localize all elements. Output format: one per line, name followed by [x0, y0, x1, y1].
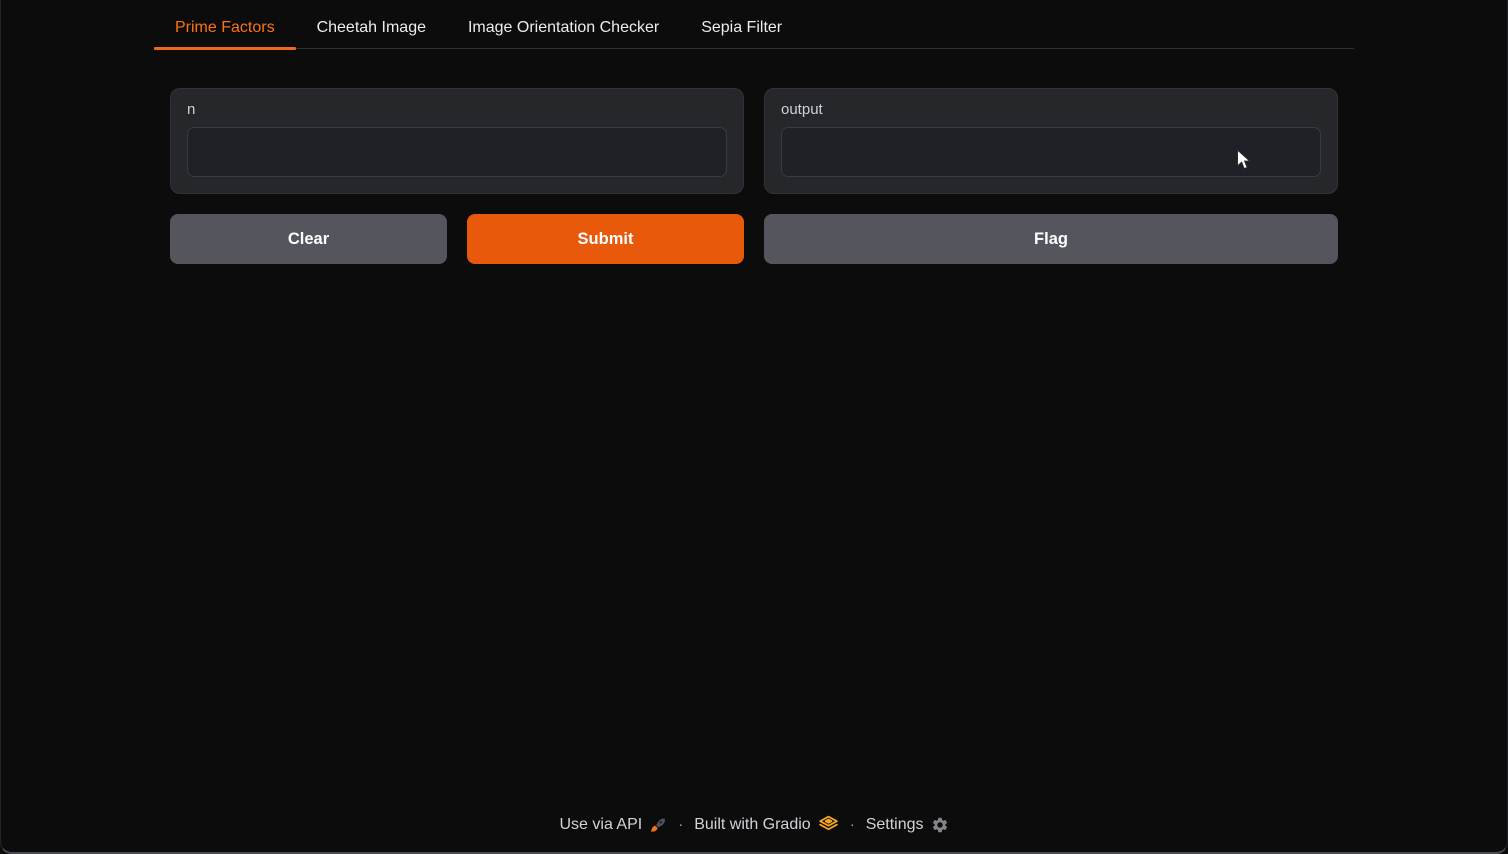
tab-prime-factors[interactable]: Prime Factors	[154, 8, 296, 48]
input-label: n	[187, 101, 727, 118]
output-label: output	[781, 101, 1321, 118]
gradio-app: Prime Factors Cheetah Image Image Orient…	[154, 0, 1354, 264]
built-with-gradio-label: Built with Gradio	[694, 816, 811, 834]
footer-separator: ·	[678, 816, 683, 833]
clear-button[interactable]: Clear	[170, 214, 447, 264]
footer-separator: ·	[850, 816, 855, 833]
settings-link[interactable]: Settings	[866, 816, 949, 834]
rocket-icon	[649, 816, 667, 834]
tab-image-orientation-checker[interactable]: Image Orientation Checker	[447, 8, 680, 48]
footer: Use via API · Built with Gradio · Settin…	[0, 814, 1508, 835]
output-panel: output	[764, 88, 1338, 194]
tab-cheetah-image[interactable]: Cheetah Image	[296, 8, 447, 48]
flag-button[interactable]: Flag	[764, 214, 1338, 264]
tab-panel-prime-factors: n output Clear Submit Flag	[154, 88, 1354, 264]
n-input[interactable]	[187, 127, 727, 177]
tab-sepia-filter[interactable]: Sepia Filter	[680, 8, 803, 48]
gradio-logo-icon	[818, 814, 839, 835]
input-panel: n	[170, 88, 744, 194]
gear-icon	[931, 816, 949, 834]
output-textbox[interactable]	[781, 127, 1321, 177]
submit-button[interactable]: Submit	[467, 214, 744, 264]
settings-label: Settings	[866, 816, 924, 834]
use-via-api-label: Use via API	[559, 816, 642, 834]
use-via-api-link[interactable]: Use via API	[559, 816, 667, 834]
tab-bar: Prime Factors Cheetah Image Image Orient…	[154, 8, 1354, 49]
built-with-gradio-link[interactable]: Built with Gradio	[694, 814, 839, 835]
